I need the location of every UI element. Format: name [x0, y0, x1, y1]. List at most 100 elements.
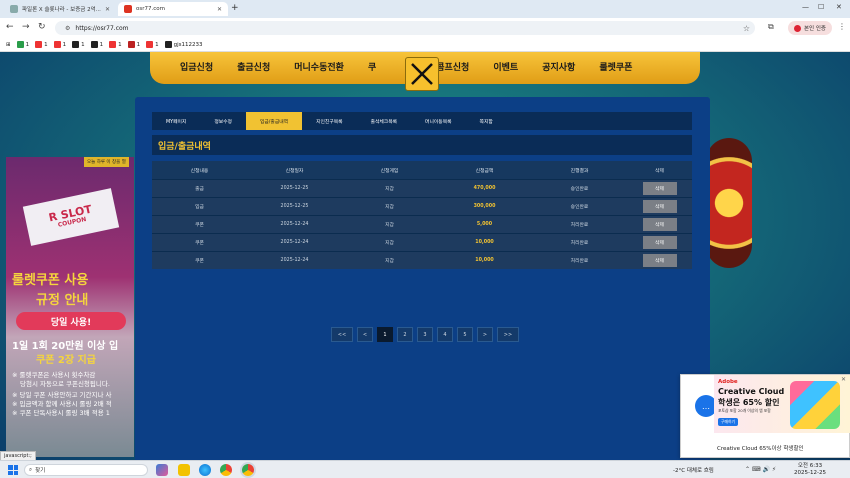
- file-explorer-icon[interactable]: [178, 464, 190, 476]
- cell-date: 2025-12-24: [280, 240, 309, 245]
- bookmark-item[interactable]: 1: [16, 41, 29, 48]
- close-tab-icon[interactable]: ✕: [217, 6, 222, 13]
- cell-game: 지갑: [385, 187, 394, 192]
- bookmark-star-icon[interactable]: ☆: [743, 24, 750, 33]
- close-window-icon[interactable]: ✕: [836, 3, 842, 11]
- close-modal-button[interactable]: [405, 57, 439, 91]
- delete-button[interactable]: 삭제: [642, 254, 677, 267]
- close-tab-icon[interactable]: ✕: [105, 6, 110, 13]
- nav-notice[interactable]: 공지사항: [542, 60, 575, 73]
- table-row: 출금 2025-12-25 지갑 470,000 승인완료 삭제: [152, 179, 692, 197]
- ad-brand: Adobe: [718, 379, 738, 385]
- roulette-coupon-banner[interactable]: 오늘 하루 이 창을 열 R SLOT COUPON 룰렛쿠폰 사용 규정 안내…: [6, 157, 134, 457]
- cell-amount: 470,000: [473, 186, 496, 191]
- cell-result: 처리완료: [570, 241, 589, 246]
- ad-subtext: 포토샵 포함 20개 이상의 앱 포함: [718, 408, 771, 413]
- extensions-icon[interactable]: ⧉: [768, 22, 774, 32]
- browser-tab-2[interactable]: osr77.com ✕: [118, 2, 228, 16]
- bookmark-item[interactable]: 1: [90, 41, 104, 48]
- nav-event[interactable]: 이벤트: [493, 60, 518, 73]
- tab-edit-info[interactable]: 정보수정: [200, 112, 246, 130]
- bookmark-label: 1: [62, 41, 67, 48]
- bookmark-item[interactable]: 1: [109, 41, 122, 48]
- nav-deposit[interactable]: 입금신청: [180, 60, 213, 73]
- minimize-icon[interactable]: —: [802, 3, 809, 11]
- banner-pill: 당일 사용!: [16, 312, 126, 330]
- chrome-active-icon[interactable]: [242, 464, 254, 476]
- delete-button[interactable]: 삭제: [642, 182, 677, 195]
- delete-button[interactable]: 삭제: [642, 218, 677, 231]
- cell-game: 지갑: [385, 259, 394, 264]
- nav-roulette[interactable]: 룰렛쿠폰: [599, 60, 632, 73]
- tab-deposit-withdraw-history[interactable]: 입금/출금내역: [245, 112, 303, 130]
- tab-money-transfer[interactable]: 머니이동목록: [411, 112, 465, 130]
- new-tab-icon[interactable]: +: [231, 3, 239, 13]
- bookmark-icon: [35, 41, 43, 48]
- banner-promo: 1일 1회 20만원 이상 입: [12, 341, 119, 352]
- ad-close-icon[interactable]: ✕: [841, 376, 846, 383]
- page-1[interactable]: 1: [377, 327, 393, 342]
- roulette-wheel-graphic: [706, 138, 752, 268]
- hide-today-link[interactable]: 오늘 하루 이 창을 열: [84, 157, 129, 167]
- cell-amount: 10,000: [475, 240, 494, 245]
- browser-tab-1[interactable]: 파일론 X 슬롯나라 - 보증금 2억... ✕: [4, 2, 116, 16]
- delete-button[interactable]: 삭제: [642, 236, 677, 249]
- forward-icon[interactable]: →: [22, 22, 30, 32]
- bookmark-item[interactable]: 1: [35, 41, 48, 48]
- ad-artwork: [790, 381, 840, 429]
- page-first[interactable]: <<: [331, 327, 353, 342]
- nav-comp[interactable]: 콤프신청: [436, 60, 469, 73]
- profile-button[interactable]: 본인 인증: [788, 21, 832, 35]
- back-icon[interactable]: ←: [6, 22, 14, 32]
- weather-widget[interactable]: -2°C 대체로 흐림: [673, 466, 714, 474]
- ad-cta-button[interactable]: 구매하기: [718, 418, 738, 426]
- adobe-ad-popup[interactable]: … Adobe Creative Cloud 학생은 65% 할인 포토샵 포함…: [680, 374, 850, 458]
- tab-attendance[interactable]: 출석체크목록: [357, 112, 411, 130]
- tab-friends[interactable]: 지인친구목록: [302, 112, 356, 130]
- menu-icon[interactable]: ⋮: [838, 22, 846, 31]
- apps-grid-icon[interactable]: ⊞: [6, 42, 11, 48]
- tab-mypage[interactable]: MY페이지: [152, 112, 200, 130]
- taskbar-search-box[interactable]: ⌕ 찾기: [24, 464, 148, 476]
- reload-icon[interactable]: ↻: [38, 22, 46, 32]
- bookmark-icon: [109, 41, 117, 48]
- bookmark-icon: [127, 41, 135, 48]
- page-last[interactable]: >>: [497, 327, 519, 342]
- system-tray[interactable]: ⌃ ⌨ 🔊 ⚡: [745, 466, 776, 473]
- page-next[interactable]: >: [477, 327, 493, 342]
- cell-date: 2025-12-25: [280, 204, 309, 209]
- page-2[interactable]: 2: [397, 327, 413, 342]
- bookmark-label: 1: [99, 41, 104, 48]
- nav-coupon[interactable]: 쿠: [368, 60, 376, 73]
- table-row: 쿠폰 2025-12-24 지갑 5,000 처리완료 삭제: [152, 215, 692, 233]
- bookmark-item[interactable]: gjs112233: [164, 41, 203, 48]
- windows-start-icon[interactable]: [8, 465, 18, 475]
- bookmark-item[interactable]: 1: [53, 41, 67, 48]
- tab-messages[interactable]: 쪽지함: [466, 112, 507, 130]
- cell-type: 쿠폰: [195, 223, 204, 228]
- page-3[interactable]: 3: [417, 327, 433, 342]
- page-4[interactable]: 4: [437, 327, 453, 342]
- edge-icon[interactable]: [199, 464, 211, 476]
- browser-tab-bar: 파일론 X 슬롯나라 - 보증금 2억... ✕ osr77.com ✕ + —…: [0, 0, 850, 18]
- url-input[interactable]: ⚙ https://osr77.com ☆: [55, 21, 755, 35]
- cell-date: 2025-12-24: [280, 258, 309, 263]
- bookmark-item[interactable]: 1: [127, 41, 140, 48]
- site-info-icon[interactable]: ⚙: [65, 25, 70, 32]
- nav-withdraw[interactable]: 출금신청: [237, 60, 270, 73]
- copilot-icon[interactable]: [156, 464, 168, 476]
- cell-type: 쿠폰: [195, 259, 204, 264]
- cell-amount: 300,000: [473, 204, 496, 209]
- nav-money-transfer[interactable]: 머니수동전환: [294, 60, 344, 73]
- cell-type: 출금: [195, 187, 204, 192]
- delete-button[interactable]: 삭제: [642, 200, 677, 213]
- taskbar-clock[interactable]: 오전 6:33 2025-12-25: [794, 463, 826, 477]
- page-5[interactable]: 5: [457, 327, 473, 342]
- chrome-icon[interactable]: [220, 464, 232, 476]
- bookmark-item[interactable]: 1: [72, 41, 85, 48]
- maximize-icon[interactable]: ☐: [818, 3, 824, 11]
- page-prev[interactable]: <: [357, 327, 373, 342]
- ad-creative[interactable]: Adobe Creative Cloud 학생은 65% 할인 포토샵 포함 2…: [714, 375, 850, 433]
- banner-note: 당첨시 자동으로 쿠폰신청됩니다.: [20, 380, 110, 388]
- bookmark-item[interactable]: 1: [146, 41, 159, 48]
